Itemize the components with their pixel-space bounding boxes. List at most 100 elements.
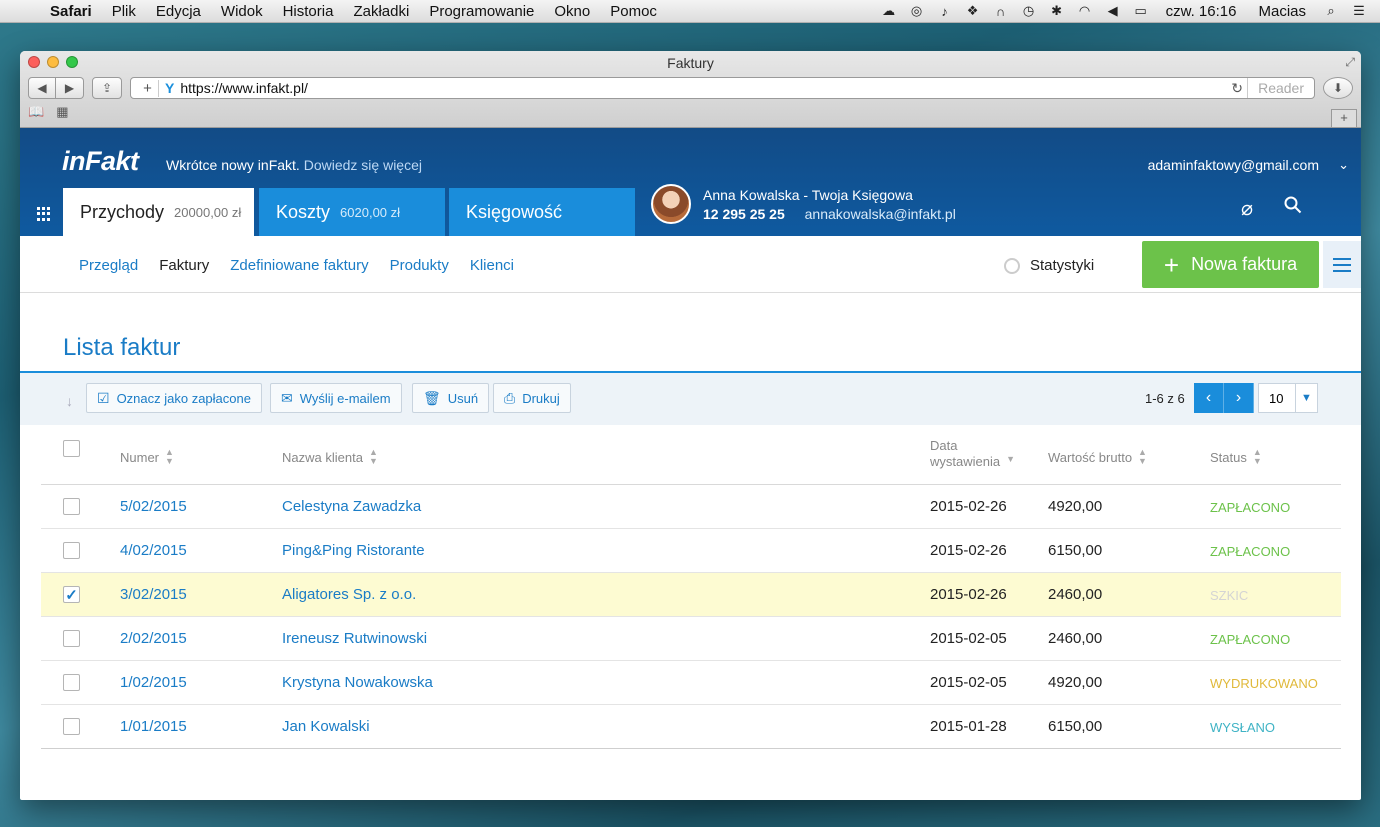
menu-app[interactable]: Safari xyxy=(40,3,102,20)
col-number[interactable]: Numer ▲ ▼ xyxy=(120,448,174,466)
prev-page-button[interactable]: ‹ xyxy=(1194,383,1224,413)
select-all-checkbox[interactable] xyxy=(63,440,80,457)
client-name[interactable]: Ireneusz Rutwinowski xyxy=(282,630,427,647)
infakt-logo[interactable]: inFakt xyxy=(62,146,139,177)
plus-icon: + xyxy=(1163,249,1180,280)
notifications-icon[interactable]: ☰ xyxy=(1350,3,1368,18)
invoice-number[interactable]: 2/02/2015 xyxy=(120,630,187,647)
table-row[interactable]: ✓ 3/02/2015 Aligatores Sp. z o.o. 2015-0… xyxy=(41,573,1341,617)
search-icon[interactable] xyxy=(1284,196,1302,214)
menu-file[interactable]: Plik xyxy=(102,3,146,20)
menu-view[interactable]: Widok xyxy=(211,3,273,20)
print-button[interactable]: ⎙ Drukuj xyxy=(493,383,571,413)
add-bookmark-icon[interactable]: + xyxy=(137,79,159,97)
row-checkbox[interactable] xyxy=(63,630,80,647)
apps-grid-icon[interactable] xyxy=(37,207,51,221)
next-page-button[interactable]: › xyxy=(1224,383,1254,413)
paperclip-icon[interactable]: ⌀ xyxy=(1241,196,1253,221)
col-status[interactable]: Status ▲ ▼ xyxy=(1210,448,1262,466)
subnav-invoices[interactable]: Faktury xyxy=(159,257,209,274)
per-page-select[interactable]: 10 ▼ xyxy=(1258,383,1318,413)
bluetooth-icon[interactable]: ✱ xyxy=(1048,3,1066,18)
invoice-number[interactable]: 4/02/2015 xyxy=(120,542,187,559)
dropbox-icon[interactable]: ❖ xyxy=(964,3,982,18)
table-row[interactable]: 1/01/2015 Jan Kowalski 2015-01-28 6150,0… xyxy=(41,705,1341,749)
row-checkbox[interactable] xyxy=(63,674,80,691)
col-date-label-line1: Data xyxy=(930,438,958,453)
volume-icon[interactable]: ◀ xyxy=(1104,3,1122,18)
delete-label: Usuń xyxy=(447,390,479,406)
downloads-button[interactable]: ⬇ xyxy=(1323,77,1353,99)
table-row[interactable]: 2/02/2015 Ireneusz Rutwinowski 2015-02-0… xyxy=(41,617,1341,661)
bell-icon[interactable]: ♪ xyxy=(936,4,954,19)
arch-icon[interactable]: ∩ xyxy=(992,4,1010,19)
table-row[interactable]: 4/02/2015 Ping&Ping Ristorante 2015-02-2… xyxy=(41,529,1341,573)
new-tab-button[interactable]: + xyxy=(1331,109,1357,127)
client-name[interactable]: Celestyna Zawadzka xyxy=(282,498,421,515)
announcement-link[interactable]: Dowiedz się więcej xyxy=(304,157,422,173)
client-name[interactable]: Krystyna Nowakowska xyxy=(282,674,433,691)
col-date[interactable]: Data wystawienia ▼ xyxy=(930,438,1015,470)
back-button[interactable]: ◀ xyxy=(28,77,56,99)
table-header: Numer ▲ ▼ Nazwa klienta ▲ ▼ Data wystawien… xyxy=(41,427,1341,485)
wifi-icon[interactable]: ◠ xyxy=(1076,3,1094,18)
top-sites-icon[interactable]: ▦ xyxy=(56,104,68,120)
menu-help[interactable]: Pomoc xyxy=(600,3,667,20)
share-button[interactable]: ⇪ xyxy=(92,77,122,99)
tab-income[interactable]: Przychody 20000,00 zł xyxy=(63,188,254,236)
reading-list-icon[interactable]: 📖 xyxy=(28,104,44,120)
invoice-number[interactable]: 1/02/2015 xyxy=(120,674,187,691)
invoice-number[interactable]: 5/02/2015 xyxy=(120,498,187,515)
menu-window[interactable]: Okno xyxy=(544,3,600,20)
fullscreen-icon[interactable]: ⤢ xyxy=(1345,55,1355,70)
invoice-number[interactable]: 3/02/2015 xyxy=(120,586,187,603)
eye-icon[interactable]: ◎ xyxy=(908,3,926,18)
table-row[interactable]: 5/02/2015 Celestyna Zawadzka 2015-02-26 … xyxy=(41,485,1341,529)
col-amount[interactable]: Wartość brutto ▲ ▼ xyxy=(1048,448,1147,466)
invoice-number[interactable]: 1/01/2015 xyxy=(120,718,187,735)
address-bar[interactable]: + Y https://www.infakt.pl/ ↻ Reader xyxy=(130,77,1315,99)
reader-button[interactable]: Reader xyxy=(1247,78,1314,98)
menu-history[interactable]: Historia xyxy=(273,3,344,20)
row-checkbox[interactable] xyxy=(63,498,80,515)
cloud-icon[interactable]: ☁ xyxy=(880,3,898,18)
accountant-email[interactable]: annakowalska@infakt.pl xyxy=(805,206,956,222)
menu-icon[interactable] xyxy=(1323,241,1361,288)
chevron-down-icon[interactable]: ⌄ xyxy=(1338,157,1349,173)
client-name[interactable]: Ping&Ping Ristorante xyxy=(282,542,425,559)
menubar-user[interactable]: Macias xyxy=(1252,3,1312,20)
send-email-button[interactable]: ✉ Wyślij e-mailem xyxy=(270,383,402,413)
forward-button[interactable]: ▶ xyxy=(56,77,84,99)
mark-paid-button[interactable]: ☑ Oznacz jako zapłacone xyxy=(86,383,262,413)
time-machine-icon[interactable]: ◷ xyxy=(1020,3,1038,18)
row-checkbox[interactable]: ✓ xyxy=(63,586,80,604)
subnav-overview[interactable]: Przegląd xyxy=(79,257,138,274)
url-text[interactable]: https://www.infakt.pl/ xyxy=(180,80,1227,96)
menu-edit[interactable]: Edycja xyxy=(146,3,211,20)
reload-icon[interactable]: ↻ xyxy=(1227,80,1247,97)
sort-icon: ▲ ▼ xyxy=(165,447,174,466)
row-checkbox[interactable] xyxy=(63,718,80,735)
tab-costs[interactable]: Koszty 6020,00 zł xyxy=(259,188,445,236)
menu-develop[interactable]: Programowanie xyxy=(419,3,544,20)
table-row[interactable]: 1/02/2015 Krystyna Nowakowska 2015-02-05… xyxy=(41,661,1341,705)
avatar[interactable] xyxy=(651,184,691,224)
col-client[interactable]: Nazwa klienta ▲ ▼ xyxy=(282,448,378,466)
subnav-products[interactable]: Produkty xyxy=(390,257,449,274)
spotlight-icon[interactable]: ⌕ xyxy=(1322,3,1340,18)
col-status-label: Status xyxy=(1210,449,1247,465)
client-name[interactable]: Jan Kowalski xyxy=(282,718,370,735)
subnav-defined-invoices[interactable]: Zdefiniowane faktury xyxy=(230,257,368,274)
client-name[interactable]: Aligatores Sp. z o.o. xyxy=(282,586,416,603)
menu-bookmarks[interactable]: Zakładki xyxy=(343,3,419,20)
subnav-clients[interactable]: Klienci xyxy=(470,257,514,274)
new-invoice-button[interactable]: + Nowa faktura xyxy=(1142,241,1319,288)
account-email[interactable]: adaminfaktowy@gmail.com xyxy=(1148,157,1319,173)
gross-amount: 4920,00 xyxy=(1048,498,1103,515)
delete-button[interactable]: 🗑 Usuń xyxy=(412,383,490,413)
menubar-clock[interactable]: czw. 16:16 xyxy=(1160,3,1243,20)
tab-accounting[interactable]: Księgowość xyxy=(449,188,635,236)
battery-icon[interactable]: ▭ xyxy=(1132,3,1150,18)
row-checkbox[interactable] xyxy=(63,542,80,559)
statistics-link[interactable]: Statystyki xyxy=(1004,257,1094,274)
